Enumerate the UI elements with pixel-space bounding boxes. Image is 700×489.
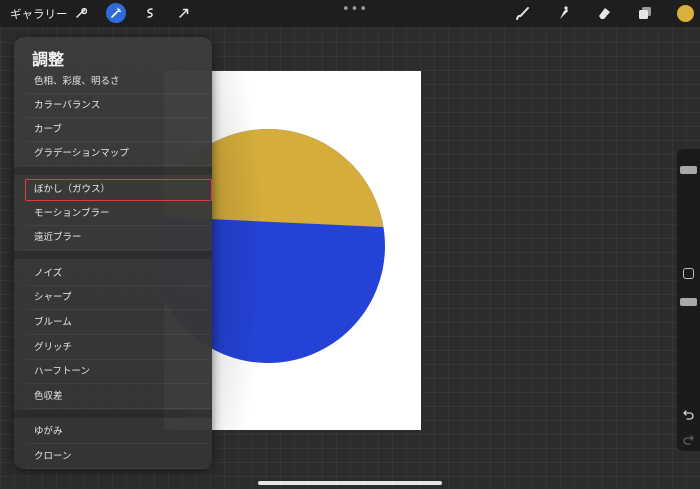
wrench-icon[interactable] bbox=[71, 3, 91, 23]
layers-icon[interactable] bbox=[635, 3, 655, 23]
redo-icon[interactable] bbox=[683, 430, 694, 445]
undo-icon[interactable] bbox=[683, 405, 694, 420]
menu-item-halftone[interactable]: ハーフトーン bbox=[26, 360, 210, 384]
transform-icon[interactable] bbox=[174, 3, 194, 23]
separator bbox=[14, 410, 212, 418]
top-toolbar: ギャラリー ••• bbox=[0, 0, 700, 27]
home-indicator[interactable] bbox=[258, 481, 442, 485]
color-picker-swatch[interactable] bbox=[677, 5, 694, 22]
adjustments-panel: 調整 色相、彩度、明るさ カラーバランス カーブ グラデーションマップ ぼかし（… bbox=[14, 37, 212, 469]
menu-item-hue-saturation-brightness[interactable]: 色相、彩度、明るさ bbox=[26, 70, 210, 94]
panel-title: 調整 bbox=[32, 50, 65, 69]
gallery-button[interactable]: ギャラリー bbox=[10, 6, 68, 22]
menu-item-sharpen[interactable]: シャープ bbox=[26, 286, 210, 310]
menu-item-gradient-map[interactable]: グラデーションマップ bbox=[26, 142, 210, 166]
separator bbox=[14, 167, 212, 175]
menu-item-gaussian-blur[interactable]: ぼかし（ガウス） bbox=[25, 179, 212, 201]
menu-item-bloom[interactable]: ブルーム bbox=[26, 311, 210, 335]
menu-item-motion-blur[interactable]: モーションブラー bbox=[26, 202, 210, 226]
more-menu-icon[interactable]: ••• bbox=[342, 2, 368, 17]
menu-item-curves[interactable]: カーブ bbox=[26, 118, 210, 142]
menu-item-color-balance[interactable]: カラーバランス bbox=[26, 94, 210, 118]
menu-item-chromatic-aberration[interactable]: 色収差 bbox=[26, 385, 210, 409]
menu-item-perspective-blur[interactable]: 遠近ブラー bbox=[26, 226, 210, 250]
brush-size-slider[interactable] bbox=[680, 166, 697, 174]
menu-item-liquify[interactable]: ゆがみ bbox=[26, 420, 210, 444]
modify-button[interactable] bbox=[683, 268, 694, 279]
magic-wand-icon[interactable] bbox=[106, 3, 126, 23]
eraser-icon[interactable] bbox=[594, 3, 614, 23]
smudge-icon[interactable] bbox=[553, 3, 573, 23]
brush-icon[interactable] bbox=[512, 3, 532, 23]
separator bbox=[14, 251, 212, 259]
opacity-slider[interactable] bbox=[680, 298, 697, 306]
right-sidebar bbox=[677, 149, 700, 451]
selection-icon[interactable] bbox=[140, 3, 160, 23]
menu-item-clone[interactable]: クローン bbox=[26, 445, 210, 469]
menu-item-noise[interactable]: ノイズ bbox=[26, 262, 210, 286]
menu-item-glitch[interactable]: グリッチ bbox=[26, 336, 210, 360]
